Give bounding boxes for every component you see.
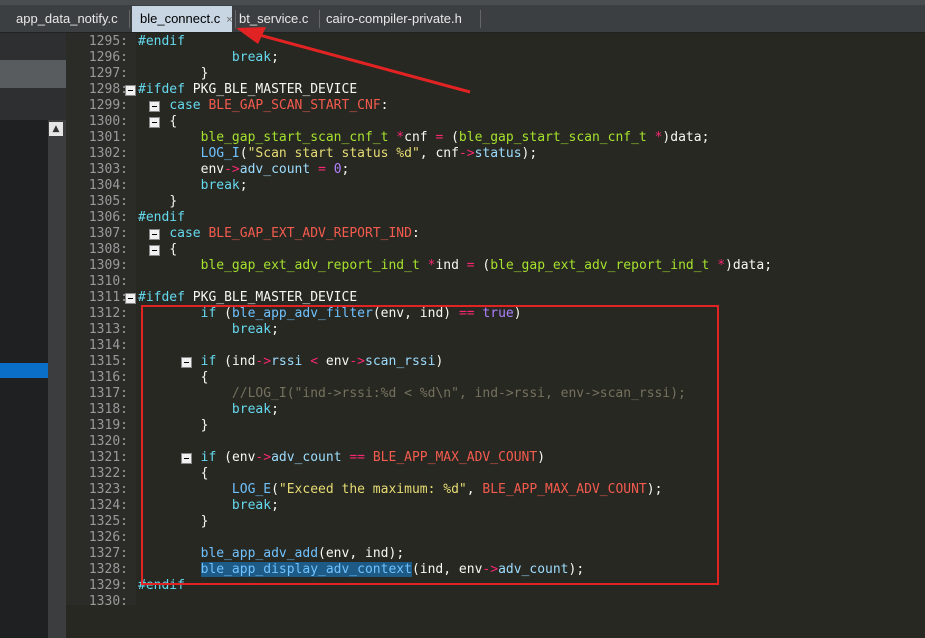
tab-label: app_data_notify.c <box>16 11 118 26</box>
tab-label: ble_connect.c <box>140 11 221 26</box>
line-number: 1330: <box>88 594 128 609</box>
fold-toggle-icon[interactable] <box>125 85 136 96</box>
line-number: 1314: <box>88 338 128 353</box>
left-panel-scrollbar[interactable] <box>48 120 66 638</box>
tab-label: bt_service.c <box>239 11 309 26</box>
line-number: 1323: <box>88 482 128 497</box>
tab-cairo-compiler-private[interactable]: cairo-compiler-private.h <box>318 6 470 32</box>
code-text: case BLE_GAP_EXT_ADV_REPORT_IND: <box>169 226 420 241</box>
tab-strip-top <box>0 0 925 5</box>
code-text: break; <box>231 50 279 65</box>
code-text: { <box>169 242 178 257</box>
line-number: 1326: <box>88 530 128 545</box>
code-text: } <box>200 66 209 81</box>
tab-app-data-notify[interactable]: app_data_notify.c <box>8 6 126 32</box>
line-number: 1329: <box>88 578 128 593</box>
tab-bar: app_data_notify.c ble_connect.c × bt_serv… <box>0 0 925 33</box>
code-text: ble_gap_start_scan_cnf_t *cnf = (ble_gap… <box>200 130 710 145</box>
scroll-up-icon[interactable]: ▲ <box>49 122 63 136</box>
left-panel-header <box>0 60 66 88</box>
line-number: 1311: <box>88 290 128 305</box>
line-number: 1318: <box>88 402 128 417</box>
line-number: 1322: <box>88 466 128 481</box>
line-number: 1319: <box>88 418 128 433</box>
line-number: 1296: <box>88 50 128 65</box>
tab-separator <box>129 10 130 28</box>
code-text: #endif <box>138 34 185 49</box>
line-number: 1324: <box>88 498 128 513</box>
line-number: 1298: <box>88 82 128 97</box>
line-number: 1308: <box>88 242 128 257</box>
line-number: 1303: <box>88 162 128 177</box>
code-text: break; <box>200 178 248 193</box>
code-text: } <box>169 194 178 209</box>
code-text: #endif <box>138 210 185 225</box>
line-number: 1305: <box>88 194 128 209</box>
line-number: 1316: <box>88 370 128 385</box>
line-number: 1304: <box>88 178 128 193</box>
line-number: 1327: <box>88 546 128 561</box>
line-number: 1320: <box>88 434 128 449</box>
symbol-list-selected-item[interactable] <box>0 363 48 378</box>
line-number: 1300: <box>88 114 128 129</box>
tab-separator <box>480 10 481 28</box>
left-panel: ▲ <box>0 33 66 638</box>
fold-toggle-icon[interactable] <box>125 293 136 304</box>
code-text: case BLE_GAP_SCAN_START_CNF: <box>169 98 389 113</box>
tab-bt-service[interactable]: bt_service.c <box>231 6 316 32</box>
symbol-list[interactable] <box>0 120 48 638</box>
line-number: 1312: <box>88 306 128 321</box>
line-number: 1317: <box>88 386 128 401</box>
code-text: #ifdef PKG_BLE_MASTER_DEVICE <box>138 290 358 305</box>
line-number: 1295: <box>88 34 128 49</box>
line-number: 1309: <box>88 258 128 273</box>
line-number: 1301: <box>88 130 128 145</box>
tab-label: cairo-compiler-private.h <box>326 11 462 26</box>
line-number: 1299: <box>88 98 128 113</box>
line-number: 1310: <box>88 274 128 289</box>
line-number: 1328: <box>88 562 128 577</box>
tab-ble-connect[interactable]: ble_connect.c × <box>132 6 233 32</box>
line-number: 1315: <box>88 354 128 369</box>
line-number: 1297: <box>88 66 128 81</box>
line-number: 1307: <box>88 226 128 241</box>
code-text: ble_gap_ext_adv_report_ind_t *ind = (ble… <box>200 258 773 273</box>
line-number: 1321: <box>88 450 128 465</box>
code-text: env->adv_count = 0; <box>200 162 350 177</box>
line-number: 1306: <box>88 210 128 225</box>
line-number: 1313: <box>88 322 128 337</box>
code-text: #ifdef PKG_BLE_MASTER_DEVICE <box>138 82 358 97</box>
annotation-highlight-box <box>141 305 719 585</box>
code-text: LOG_I("Scan start status %d", cnf->statu… <box>200 146 538 161</box>
line-number: 1325: <box>88 514 128 529</box>
line-number: 1302: <box>88 146 128 161</box>
code-text: { <box>169 114 178 129</box>
